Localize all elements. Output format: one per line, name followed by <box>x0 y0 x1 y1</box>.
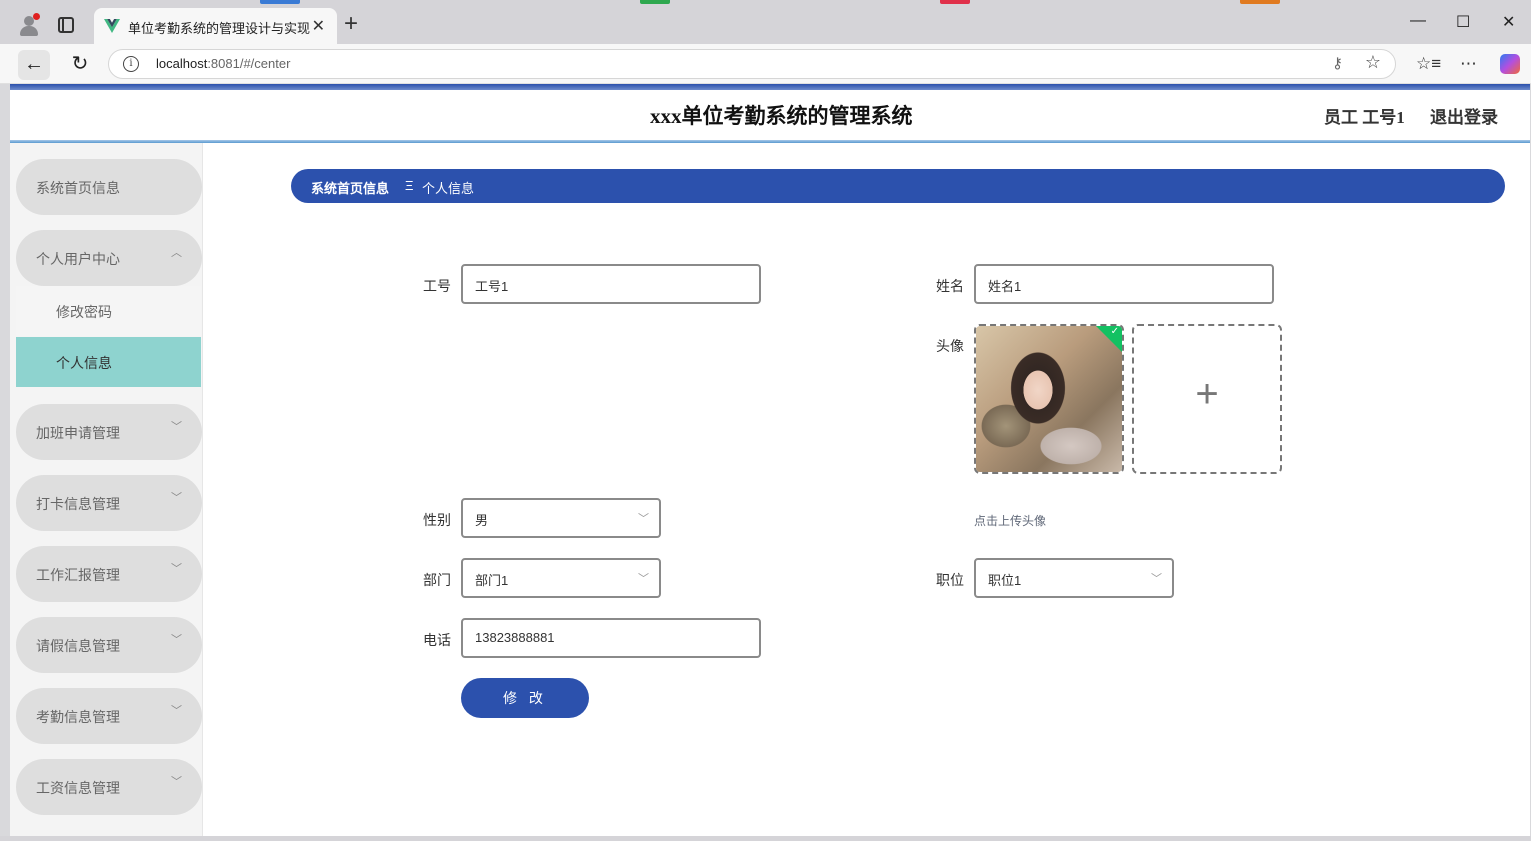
reload-icon[interactable]: ↻ <box>64 50 96 80</box>
gender-select[interactable]: 男 ﹀ <box>461 498 661 538</box>
chevron-down-icon: ﹀ <box>1151 573 1162 585</box>
favorites-icon[interactable]: ☆≡ <box>1416 54 1441 74</box>
label-department: 部门 <box>423 572 451 588</box>
plus-icon: + <box>1195 372 1219 416</box>
maximize-button[interactable]: ☐ <box>1456 12 1470 32</box>
minimize-button[interactable]: — <box>1410 12 1426 30</box>
avatar-upload-button[interactable]: + <box>1132 324 1282 474</box>
sidebar-item-overtime[interactable]: 加班申请管理 ﹀ <box>16 404 202 460</box>
address-bar-row: ← ↻ i localhost:8081/#/center ⚷ ☆ ☆≡ ⋯ <box>0 44 1531 84</box>
vue-logo-icon <box>104 19 120 33</box>
label-gender: 性别 <box>423 512 451 528</box>
sidebar-item-label: 工作汇报管理 <box>36 567 120 583</box>
tabs-icon[interactable] <box>58 17 74 33</box>
sidebar-subitem-personal-info[interactable]: 个人信息 <box>16 337 201 387</box>
phone-field[interactable]: 13823888881 <box>461 618 761 658</box>
sidebar-subitem-change-password[interactable]: 修改密码 <box>16 286 201 336</box>
url-field[interactable]: i localhost:8081/#/center ⚷ ☆ <box>108 49 1396 79</box>
chevron-down-icon: ﹀ <box>171 776 182 788</box>
chevron-down-icon: ﹀ <box>638 513 649 525</box>
tab-close-icon[interactable]: ✕ <box>312 16 325 36</box>
back-arrow-icon[interactable]: ← <box>18 50 50 80</box>
tab-title: 单位考勤系统的管理设计与实现 <box>128 21 311 36</box>
label-employee-id: 工号 <box>423 278 451 294</box>
key-icon[interactable]: ⚷ <box>1332 54 1343 72</box>
sidebar-item-label: 个人信息 <box>56 355 112 371</box>
chevron-down-icon: ﹀ <box>171 563 182 575</box>
chevron-down-icon: ﹀ <box>638 573 649 585</box>
window-bottom-edge <box>0 836 1531 841</box>
new-tab-button[interactable]: + <box>344 12 358 36</box>
sidebar-item-label: 工资信息管理 <box>36 780 120 796</box>
chevron-down-icon: ﹀ <box>171 705 182 717</box>
department-value: 部门1 <box>475 573 509 588</box>
bookmark-strip <box>1240 0 1280 4</box>
system-title: xxx单位考勤系统的管理系统 <box>650 104 913 128</box>
breadcrumb-current: 个人信息 <box>422 181 475 196</box>
current-user: 员工 工号1 <box>1324 108 1405 127</box>
bookmark-strip <box>260 0 300 4</box>
browser-tab[interactable]: 单位考勤系统的管理设计与实现 ✕ <box>94 8 337 45</box>
sidebar-item-label: 请假信息管理 <box>36 638 120 654</box>
sidebar-item-leave[interactable]: 请假信息管理 ﹀ <box>16 617 202 673</box>
sidebar-item-home[interactable]: 系统首页信息 <box>16 159 202 215</box>
logout-link[interactable]: 退出登录 <box>1430 103 1498 128</box>
upload-hint: 点击上传头像 <box>974 514 1047 528</box>
breadcrumb: 系统首页信息 Ξ 个人信息 <box>291 169 1505 203</box>
chevron-down-icon: ﹀ <box>171 421 182 433</box>
site-header: xxx单位考勤系统的管理系统 员工 工号1 退出登录 <box>10 90 1530 140</box>
close-window-button[interactable]: ✕ <box>1502 12 1515 32</box>
sidebar-item-label: 修改密码 <box>56 304 112 320</box>
profile-icon[interactable] <box>18 13 40 36</box>
more-icon[interactable]: ⋯ <box>1460 54 1477 74</box>
star-icon[interactable]: ☆ <box>1365 52 1381 73</box>
bookmark-strip <box>640 0 670 4</box>
chevron-up-icon: ︿ <box>171 247 182 259</box>
info-icon[interactable]: i <box>123 56 139 72</box>
label-position: 职位 <box>936 572 964 588</box>
sidebar-item-personal-center[interactable]: 个人用户中心 ︿ <box>16 230 202 286</box>
page: xxx单位考勤系统的管理系统 员工 工号1 退出登录 系统首页信息 个人用户中心… <box>10 84 1530 836</box>
sidebar-item-work-report[interactable]: 工作汇报管理 ﹀ <box>16 546 202 602</box>
sidebar-item-label: 个人用户中心 <box>36 251 120 267</box>
avatar-thumbnail[interactable]: ✓ <box>974 324 1124 474</box>
submit-button[interactable]: 修 改 <box>461 678 589 718</box>
gender-value: 男 <box>475 513 489 528</box>
check-icon: ✓ <box>1110 326 1119 337</box>
sidebar-item-label: 打卡信息管理 <box>36 496 120 512</box>
chevron-down-icon: ﹀ <box>171 634 182 646</box>
label-name: 姓名 <box>936 278 964 294</box>
breadcrumb-separator: Ξ <box>405 178 414 193</box>
sidebar-item-attendance[interactable]: 考勤信息管理 ﹀ <box>16 688 202 744</box>
department-select[interactable]: 部门1 ﹀ <box>461 558 661 598</box>
sidebar-item-clockin[interactable]: 打卡信息管理 ﹀ <box>16 475 202 531</box>
bookmark-strip <box>940 0 970 4</box>
breadcrumb-home-link[interactable]: 系统首页信息 <box>311 178 389 197</box>
label-phone: 电话 <box>423 632 451 648</box>
sidebar-item-salary[interactable]: 工资信息管理 ﹀ <box>16 759 202 815</box>
position-select[interactable]: 职位1 ﹀ <box>974 558 1174 598</box>
sidebar-item-label: 加班申请管理 <box>36 425 120 441</box>
chevron-down-icon: ﹀ <box>171 492 182 504</box>
copilot-icon[interactable] <box>1500 54 1520 74</box>
name-field[interactable]: 姓名1 <box>974 264 1274 304</box>
sidebar-item-label: 考勤信息管理 <box>36 709 120 725</box>
browser-tab-bar: 单位考勤系统的管理设计与实现 ✕ + — ☐ ✕ <box>0 0 1531 45</box>
label-avatar: 头像 <box>936 338 964 354</box>
employee-id-field[interactable]: 工号1 <box>461 264 761 304</box>
header-divider <box>10 140 1530 143</box>
sidebar: 系统首页信息 个人用户中心 ︿ 修改密码 个人信息 加班申请管理 ﹀ 打卡信息管… <box>10 143 203 836</box>
sidebar-item-label: 系统首页信息 <box>36 180 120 196</box>
url-text[interactable]: localhost:8081/#/center <box>156 56 290 71</box>
position-value: 职位1 <box>988 573 1022 588</box>
